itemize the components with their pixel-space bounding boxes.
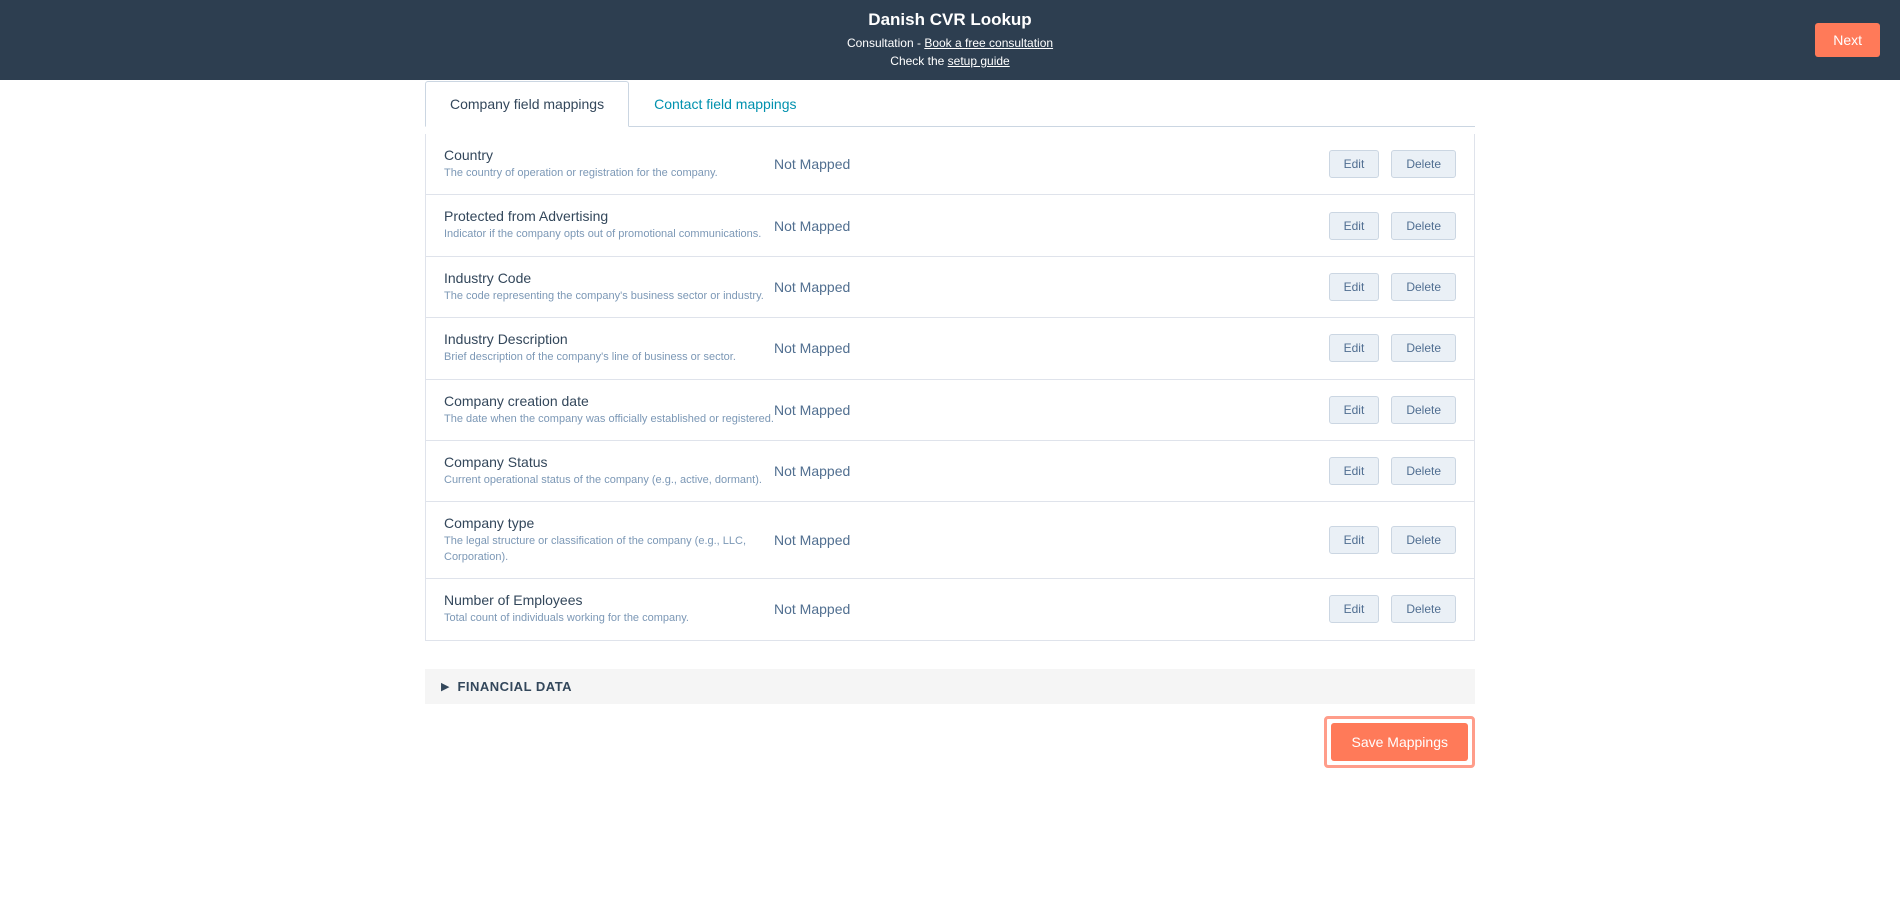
- field-description: The date when the company was officially…: [444, 412, 774, 427]
- mapping-status: Not Mapped: [774, 402, 1329, 418]
- field-name: Company type: [444, 515, 774, 531]
- mapping-row: Protected from Advertising Indicator if t…: [426, 195, 1474, 256]
- financial-data-accordion[interactable]: ▶ FINANCIAL DATA: [425, 669, 1475, 704]
- edit-button[interactable]: Edit: [1329, 526, 1380, 554]
- field-info: Industry Code The code representing the c…: [444, 270, 774, 304]
- field-description: Indicator if the company opts out of pro…: [444, 227, 774, 242]
- field-name: Industry Description: [444, 331, 774, 347]
- row-actions: Edit Delete: [1329, 595, 1456, 623]
- row-actions: Edit Delete: [1329, 334, 1456, 362]
- mapping-table: Country The country of operation or regis…: [425, 134, 1475, 641]
- field-description: The code representing the company's busi…: [444, 289, 774, 304]
- next-button[interactable]: Next: [1815, 23, 1880, 57]
- row-actions: Edit Delete: [1329, 396, 1456, 424]
- delete-button[interactable]: Delete: [1391, 526, 1456, 554]
- edit-button[interactable]: Edit: [1329, 457, 1380, 485]
- field-description: The country of operation or registration…: [444, 166, 774, 181]
- mapping-status: Not Mapped: [774, 156, 1329, 172]
- mapping-status: Not Mapped: [774, 340, 1329, 356]
- mapping-row: Number of Employees Total count of indivi…: [426, 579, 1474, 639]
- field-description: The legal structure or classification of…: [444, 534, 774, 565]
- field-name: Company Status: [444, 454, 774, 470]
- check-prefix: Check the: [890, 54, 947, 68]
- row-actions: Edit Delete: [1329, 212, 1456, 240]
- delete-button[interactable]: Delete: [1391, 212, 1456, 240]
- header-center: Danish CVR Lookup Consultation - Book a …: [847, 10, 1053, 70]
- edit-button[interactable]: Edit: [1329, 150, 1380, 178]
- row-actions: Edit Delete: [1329, 457, 1456, 485]
- field-name: Company creation date: [444, 393, 774, 409]
- accordion-title: FINANCIAL DATA: [457, 679, 572, 694]
- mapping-row: Company type The legal structure or class…: [426, 502, 1474, 579]
- delete-button[interactable]: Delete: [1391, 334, 1456, 362]
- page-title: Danish CVR Lookup: [847, 10, 1053, 30]
- row-actions: Edit Delete: [1329, 526, 1456, 554]
- field-info: Country The country of operation or regis…: [444, 147, 774, 181]
- mapping-status: Not Mapped: [774, 463, 1329, 479]
- tabs-bar: Company field mappings Contact field map…: [425, 80, 1475, 127]
- mapping-row: Industry Description Brief description of…: [426, 318, 1474, 379]
- field-name: Industry Code: [444, 270, 774, 286]
- app-header: Danish CVR Lookup Consultation - Book a …: [0, 0, 1900, 80]
- field-info: Number of Employees Total count of indivi…: [444, 592, 774, 626]
- main-container: Company field mappings Contact field map…: [425, 80, 1475, 788]
- field-name: Number of Employees: [444, 592, 774, 608]
- setup-guide-link[interactable]: setup guide: [948, 54, 1010, 68]
- mapping-status: Not Mapped: [774, 601, 1329, 617]
- tab-contact-mappings[interactable]: Contact field mappings: [629, 81, 821, 127]
- save-highlight: Save Mappings: [1324, 716, 1475, 768]
- field-name: Country: [444, 147, 774, 163]
- row-actions: Edit Delete: [1329, 273, 1456, 301]
- consultation-prefix: Consultation -: [847, 36, 924, 50]
- delete-button[interactable]: Delete: [1391, 396, 1456, 424]
- mapping-row: Country The country of operation or regis…: [426, 134, 1474, 195]
- edit-button[interactable]: Edit: [1329, 595, 1380, 623]
- field-name: Protected from Advertising: [444, 208, 774, 224]
- field-info: Company type The legal structure or class…: [444, 515, 774, 565]
- edit-button[interactable]: Edit: [1329, 396, 1380, 424]
- mapping-status: Not Mapped: [774, 218, 1329, 234]
- book-consultation-link[interactable]: Book a free consultation: [924, 36, 1053, 50]
- delete-button[interactable]: Delete: [1391, 150, 1456, 178]
- tab-company-mappings[interactable]: Company field mappings: [425, 81, 629, 127]
- field-description: Current operational status of the compan…: [444, 473, 774, 488]
- field-description: Total count of individuals working for t…: [444, 611, 774, 626]
- mapping-row: Company creation date The date when the c…: [426, 380, 1474, 441]
- field-info: Protected from Advertising Indicator if t…: [444, 208, 774, 242]
- save-wrap: Save Mappings: [425, 716, 1475, 788]
- edit-button[interactable]: Edit: [1329, 273, 1380, 301]
- field-info: Company Status Current operational status…: [444, 454, 774, 488]
- delete-button[interactable]: Delete: [1391, 595, 1456, 623]
- mapping-status: Not Mapped: [774, 279, 1329, 295]
- mapping-row: Industry Code The code representing the c…: [426, 257, 1474, 318]
- field-info: Industry Description Brief description of…: [444, 331, 774, 365]
- caret-right-icon: ▶: [441, 680, 449, 693]
- edit-button[interactable]: Edit: [1329, 334, 1380, 362]
- delete-button[interactable]: Delete: [1391, 457, 1456, 485]
- delete-button[interactable]: Delete: [1391, 273, 1456, 301]
- field-info: Company creation date The date when the c…: [444, 393, 774, 427]
- save-mappings-button[interactable]: Save Mappings: [1331, 723, 1468, 761]
- field-description: Brief description of the company's line …: [444, 350, 774, 365]
- row-actions: Edit Delete: [1329, 150, 1456, 178]
- mapping-status: Not Mapped: [774, 532, 1329, 548]
- edit-button[interactable]: Edit: [1329, 212, 1380, 240]
- mapping-row: Company Status Current operational status…: [426, 441, 1474, 502]
- header-subtitle: Consultation - Book a free consultation …: [847, 34, 1053, 70]
